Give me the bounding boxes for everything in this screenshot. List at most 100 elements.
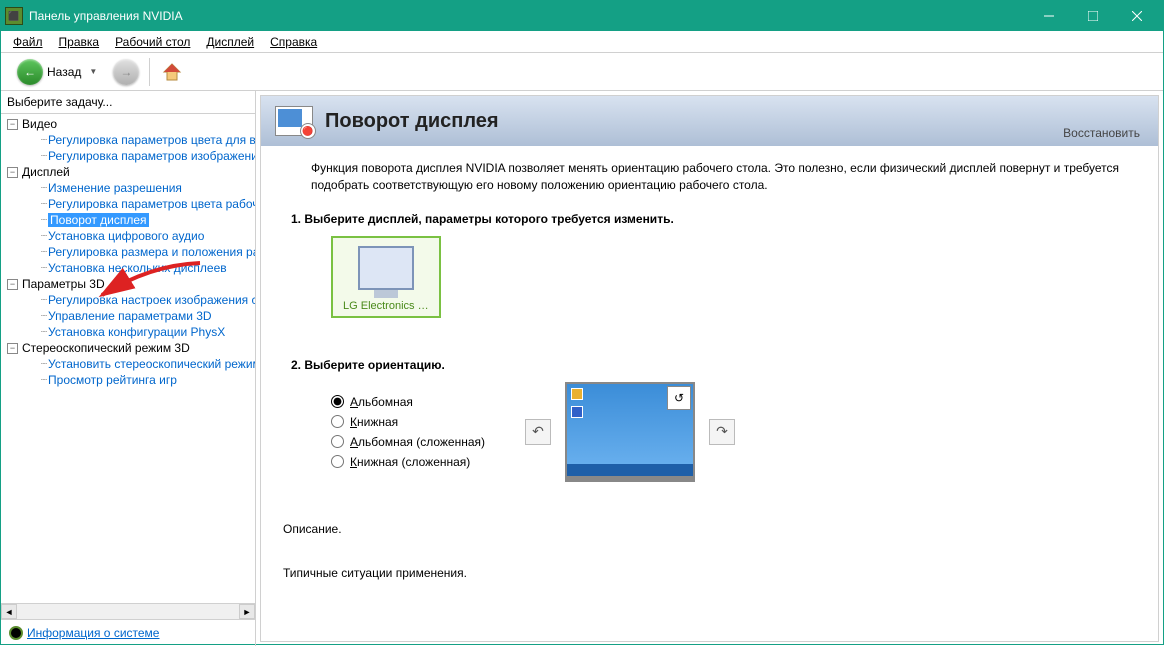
collapse-icon[interactable]: − <box>7 279 18 290</box>
monitor-icon <box>358 246 414 290</box>
sysinfo-label[interactable]: Информация о системе <box>27 626 159 640</box>
content-area: Выберите задачу... −Видео┈Регулировка па… <box>1 91 1163 646</box>
tree-group[interactable]: −Дисплей <box>1 164 255 180</box>
tree-leaf[interactable]: ┈Установить стереоскопический режим 3 <box>1 356 255 372</box>
display-name: LG Electronics … <box>343 300 429 312</box>
menu-edit[interactable]: Правка <box>51 33 108 51</box>
orientation-radio[interactable] <box>331 395 344 408</box>
tree-group[interactable]: −Параметры 3D <box>1 276 255 292</box>
leaf-label: Установка нескольких дисплеев <box>48 261 227 275</box>
menu-file[interactable]: Файл <box>5 33 51 51</box>
leaf-label: Регулировка параметров изображения д <box>48 149 255 163</box>
tree-leaf[interactable]: ┈Изменение разрешения <box>1 180 255 196</box>
orientation-label: Альбомная <box>350 395 413 409</box>
leaf-label: Поворот дисплея <box>48 213 149 227</box>
collapse-icon[interactable]: − <box>7 343 18 354</box>
tree-leaf[interactable]: ┈Регулировка настроек изображения с пр <box>1 292 255 308</box>
task-tree[interactable]: −Видео┈Регулировка параметров цвета для … <box>1 113 255 603</box>
leaf-label: Установка цифрового аудио <box>48 229 204 243</box>
menu-help[interactable]: Справка <box>262 33 325 51</box>
tree-leaf[interactable]: ┈Поворот дисплея <box>1 212 255 228</box>
preview-monitor: ↺ <box>565 382 695 482</box>
tree-leaf[interactable]: ┈Установка конфигурации PhysX <box>1 324 255 340</box>
back-dropdown-icon[interactable]: ▼ <box>89 67 97 76</box>
tree-leaf[interactable]: ┈Регулировка параметров цвета для вид <box>1 132 255 148</box>
scroll-left-button[interactable]: ◄ <box>1 604 17 619</box>
leaf-label: Управление параметрами 3D <box>48 309 212 323</box>
back-arrow-icon: ← <box>17 59 43 85</box>
collapse-icon[interactable]: − <box>7 167 18 178</box>
orientation-option[interactable]: Альбомная (сложенная) <box>331 435 485 449</box>
tree-leaf[interactable]: ┈Управление параметрами 3D <box>1 308 255 324</box>
leaf-label: Регулировка параметров цвета для вид <box>48 133 255 147</box>
toolbar: ← Назад ▼ → <box>1 53 1163 91</box>
minimize-icon <box>1044 11 1054 21</box>
orientation-option[interactable]: Книжная <box>331 415 485 429</box>
titlebar: ⬛ Панель управления NVIDIA <box>1 1 1163 31</box>
leaf-label: Установка конфигурации PhysX <box>48 325 225 339</box>
leaf-label: Просмотр рейтинга игр <box>48 373 177 387</box>
tree-leaf[interactable]: ┈Установка цифрового аудио <box>1 228 255 244</box>
step2-label: 2. Выберите ориентацию. <box>291 358 1138 372</box>
rotate-ccw-button[interactable]: ↶ <box>525 419 551 445</box>
scroll-right-button[interactable]: ► <box>239 604 255 619</box>
orientation-option[interactable]: Книжная (сложенная) <box>331 455 485 469</box>
main-header: 🔴 Поворот дисплея Восстановить <box>261 96 1158 146</box>
tree-group[interactable]: −Стереоскопический режим 3D <box>1 340 255 356</box>
menu-display[interactable]: Дисплей <box>198 33 262 51</box>
group-label: Дисплей <box>22 165 70 179</box>
close-icon <box>1132 11 1142 21</box>
leaf-label: Регулировка размера и положения рабо <box>48 245 255 259</box>
group-label: Стереоскопический режим 3D <box>22 341 190 355</box>
orientation-radio[interactable] <box>331 455 344 468</box>
tree-leaf[interactable]: ┈Регулировка параметров цвета рабочег <box>1 196 255 212</box>
window-title: Панель управления NVIDIA <box>29 9 1027 23</box>
home-button[interactable] <box>160 60 184 84</box>
rotate-overlay-icon: ↺ <box>667 386 691 410</box>
toolbar-divider <box>149 58 150 86</box>
display-selector[interactable]: LG Electronics … <box>331 236 441 318</box>
preview-area: ↶ ↺ ↷ <box>525 382 735 482</box>
close-button[interactable] <box>1115 1 1159 31</box>
restore-button[interactable]: Восстановить <box>1059 124 1144 142</box>
orientation-radio[interactable] <box>331 435 344 448</box>
back-button[interactable]: ← Назад ▼ <box>11 57 107 87</box>
tree-leaf[interactable]: ┈Регулировка параметров изображения д <box>1 148 255 164</box>
orientation-radio[interactable] <box>331 415 344 428</box>
orientation-option[interactable]: Альбомная <box>331 395 485 409</box>
page-title: Поворот дисплея <box>325 110 499 133</box>
orientation-radios: Альбомная Книжная Альбомная (сложенная) Кни… <box>331 395 485 469</box>
leaf-label: Регулировка параметров цвета рабочег <box>48 197 255 211</box>
tree-group[interactable]: −Видео <box>1 116 255 132</box>
minimize-button[interactable] <box>1027 1 1071 31</box>
orientation-row: Альбомная Книжная Альбомная (сложенная) Кни… <box>331 382 1138 482</box>
group-label: Видео <box>22 117 57 131</box>
rotate-cw-button[interactable]: ↷ <box>709 419 735 445</box>
leaf-label: Регулировка настроек изображения с пр <box>48 293 255 307</box>
tree-leaf[interactable]: ┈Просмотр рейтинга игр <box>1 372 255 388</box>
nvidia-app-icon: ⬛ <box>5 7 23 25</box>
collapse-icon[interactable]: − <box>7 119 18 130</box>
desktop-icon-2 <box>571 406 583 418</box>
system-info-link[interactable]: Информация о системе <box>1 619 255 646</box>
back-label: Назад <box>47 65 81 79</box>
sidebar: Выберите задачу... −Видео┈Регулировка па… <box>1 91 256 646</box>
description-text: Функция поворота дисплея NVIDIA позволяе… <box>311 160 1138 194</box>
orientation-label: Книжная (сложенная) <box>350 455 470 469</box>
description-section-label: Описание. <box>283 522 1138 536</box>
menu-desktop[interactable]: Рабочий стол <box>107 33 198 51</box>
rotate-display-icon: 🔴 <box>275 106 313 136</box>
desktop-icon-1 <box>571 388 583 400</box>
maximize-button[interactable] <box>1071 1 1115 31</box>
main-body: Функция поворота дисплея NVIDIA позволяе… <box>261 146 1158 641</box>
tree-leaf[interactable]: ┈Регулировка размера и положения рабо <box>1 244 255 260</box>
main-panel: 🔴 Поворот дисплея Восстановить Функция п… <box>260 95 1159 642</box>
tree-leaf[interactable]: ┈Установка нескольких дисплеев <box>1 260 255 276</box>
leaf-label: Изменение разрешения <box>48 181 182 195</box>
home-icon <box>161 61 183 83</box>
sidebar-scrollbar[interactable]: ◄ ► <box>1 603 255 619</box>
scroll-thumb[interactable] <box>17 604 239 619</box>
forward-button[interactable]: → <box>113 59 139 85</box>
maximize-icon <box>1088 11 1098 21</box>
step1-label: 1. Выберите дисплей, параметры которого … <box>291 212 1138 226</box>
